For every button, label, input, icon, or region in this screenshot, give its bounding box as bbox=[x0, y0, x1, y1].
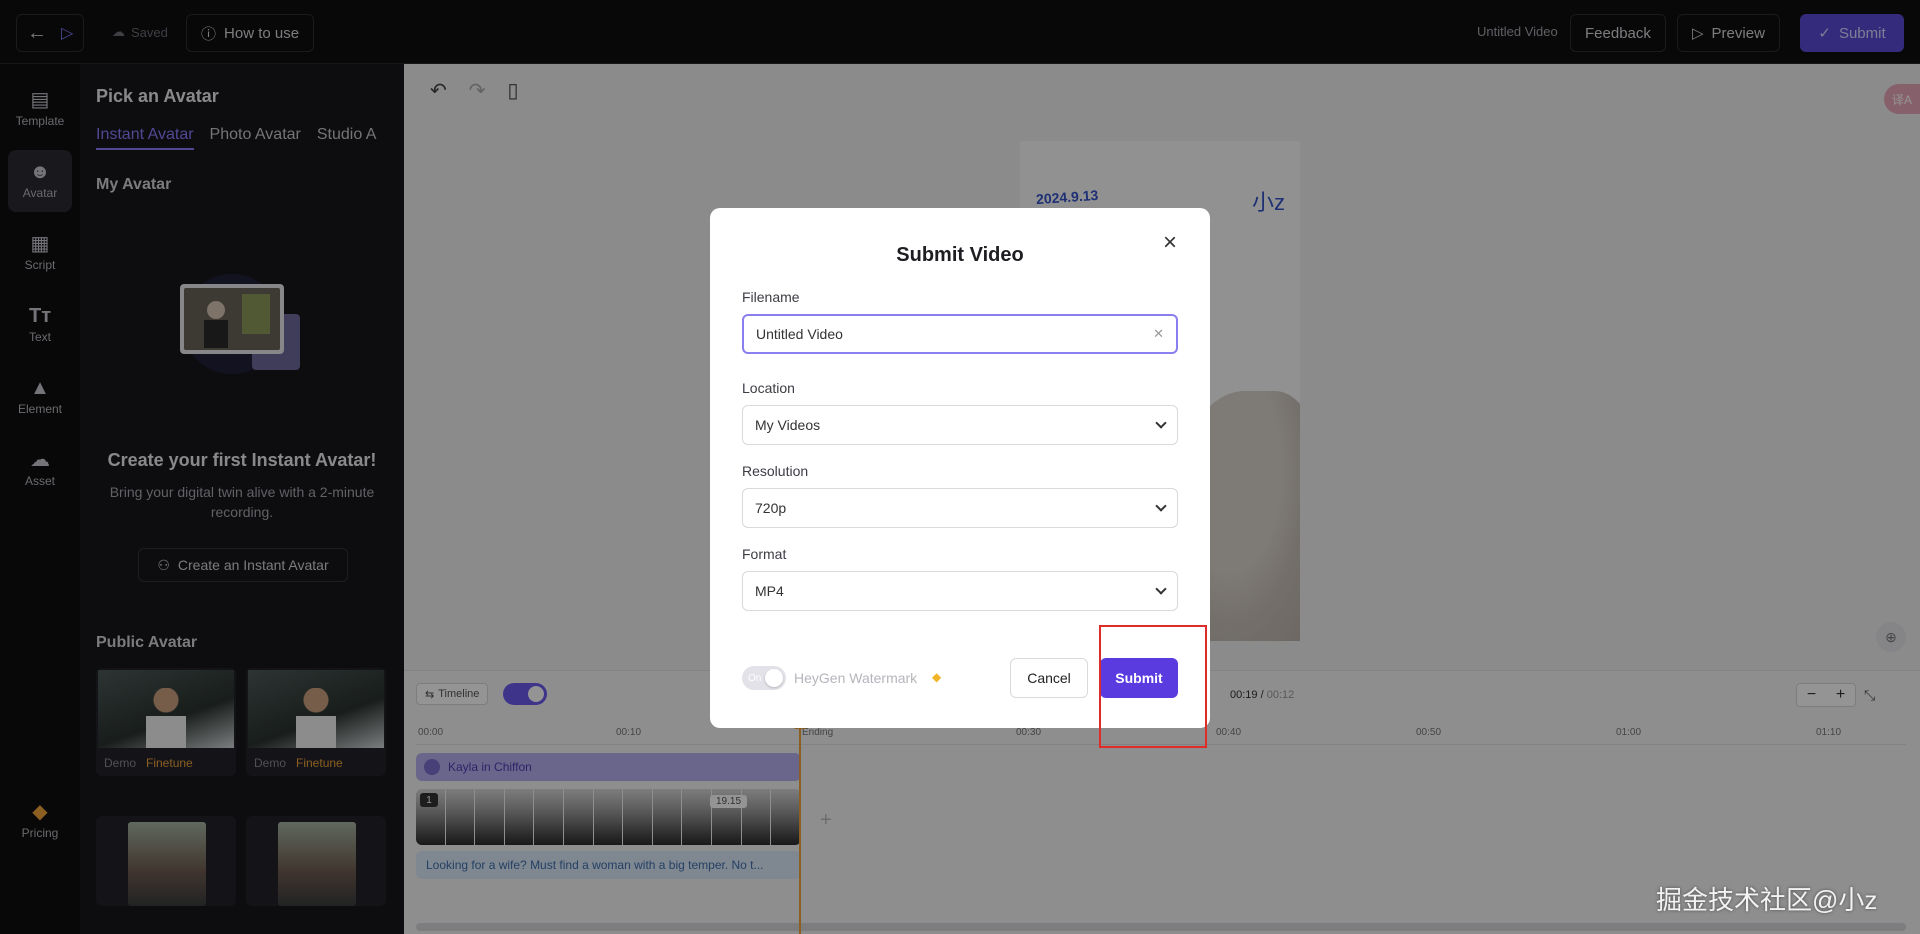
chevron-down-icon bbox=[1155, 417, 1167, 429]
watermark-toggle[interactable]: On bbox=[742, 666, 786, 690]
chevron-down-icon bbox=[1155, 500, 1167, 512]
cancel-button[interactable]: Cancel bbox=[1010, 658, 1088, 698]
location-select[interactable]: My Videos bbox=[742, 405, 1178, 445]
location-label: Location bbox=[742, 380, 795, 396]
format-label: Format bbox=[742, 546, 787, 562]
format-select[interactable]: MP4 bbox=[742, 571, 1178, 611]
chevron-down-icon bbox=[1155, 583, 1167, 595]
location-value: My Videos bbox=[755, 417, 821, 433]
gem-icon: ◆ bbox=[932, 670, 942, 684]
format-value: MP4 bbox=[755, 583, 784, 599]
filename-input[interactable]: Untitled Video ✕ bbox=[742, 314, 1178, 354]
close-icon[interactable]: × bbox=[1158, 231, 1182, 256]
resolution-label: Resolution bbox=[742, 463, 809, 479]
watermark-label: HeyGen Watermark bbox=[794, 670, 918, 686]
filename-label: Filename bbox=[742, 289, 800, 305]
resolution-select[interactable]: 720p bbox=[742, 488, 1178, 528]
dialog-title: Submit Video bbox=[896, 244, 1024, 266]
clear-icon[interactable]: ✕ bbox=[1153, 326, 1164, 342]
watermark-text: 掘金技术社区@小z bbox=[1656, 885, 1878, 915]
filename-value: Untitled Video bbox=[756, 326, 843, 342]
highlight-annotation bbox=[1099, 625, 1207, 748]
watermark-toggle-state: On bbox=[748, 672, 762, 684]
resolution-value: 720p bbox=[755, 500, 787, 516]
